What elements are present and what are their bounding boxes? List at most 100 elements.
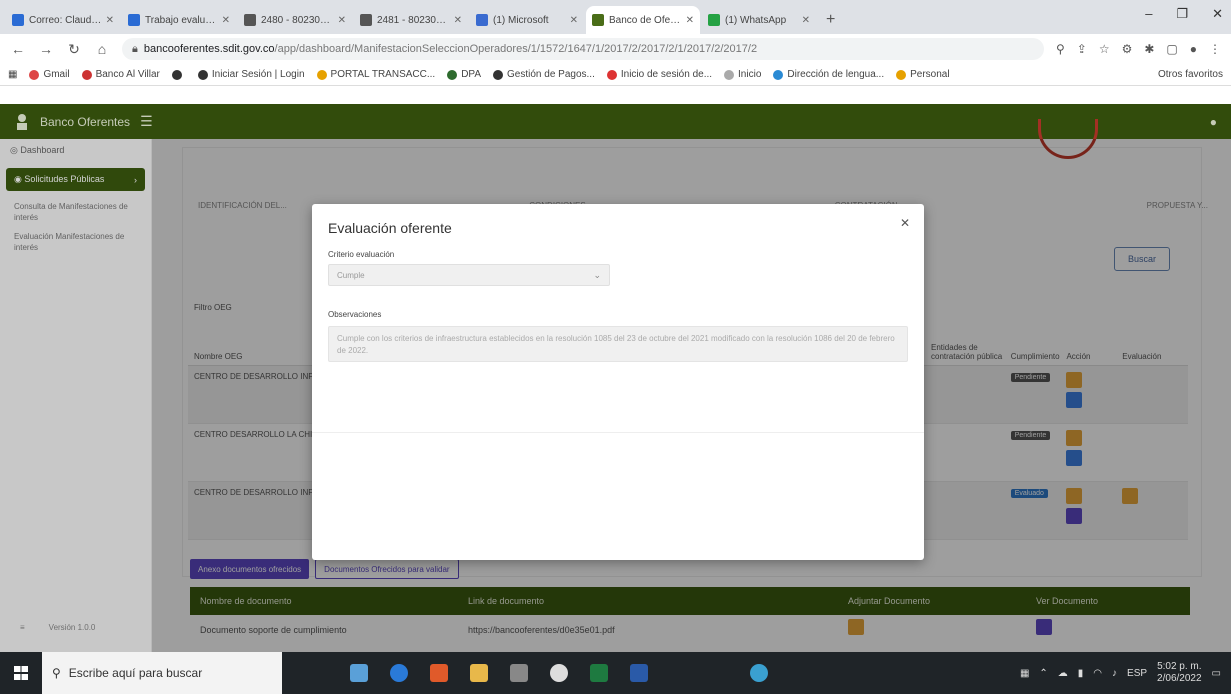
bookmark-item[interactable]: Banco Al Villar: [81, 69, 160, 80]
tab-title: Banco de Oferentes: [609, 14, 682, 26]
bookmark-item[interactable]: [171, 69, 186, 80]
bookmark-item[interactable]: Inicio de sesión de...: [606, 69, 713, 80]
evaluation-modal: Evaluación oferente ✕ Criterio evaluació…: [312, 204, 924, 560]
chrome-icon[interactable]: [390, 664, 408, 682]
criterion-select[interactable]: Cumple ⌄: [328, 264, 610, 286]
taskbar-search[interactable]: ⚲ Escribe aquí para buscar: [42, 652, 282, 694]
star-icon[interactable]: ☆: [1099, 42, 1110, 56]
word-icon[interactable]: [630, 664, 648, 682]
back-icon[interactable]: ←: [10, 41, 26, 57]
home-icon[interactable]: ⌂: [94, 41, 110, 57]
bookmarks-bar: ▦ Gmail Banco Al Villar Iniciar Sesión | L…: [0, 64, 1231, 86]
clock[interactable]: 5:02 p. m. 2/06/2022: [1157, 661, 1202, 685]
other-bookmarks-label: Otros favoritos: [1157, 69, 1223, 80]
bookmark-label: Dirección de lengua...: [787, 69, 885, 80]
notification-app-icon[interactable]: ▦: [1020, 668, 1029, 679]
favicon-icon: [128, 14, 140, 26]
close-tab-icon[interactable]: ✕: [222, 15, 230, 26]
bookmark-label: Iniciar Sesión | Login: [211, 69, 305, 80]
close-tab-icon[interactable]: ✕: [454, 15, 462, 26]
bookmark-item[interactable]: DPA: [447, 69, 481, 80]
bookmark-item[interactable]: Inicio: [724, 69, 761, 80]
close-tab-icon[interactable]: ✕: [106, 15, 114, 26]
bookmark-label: Inicio de sesión de...: [620, 69, 713, 80]
battery-icon[interactable]: ▮: [1078, 668, 1084, 679]
tab-title: 2480 - 80230111: [261, 14, 334, 26]
browser-tab[interactable]: Banco de Oferentes ✕: [586, 6, 700, 34]
translate-icon[interactable]: ⚲: [1056, 42, 1065, 56]
edge-icon[interactable]: [750, 664, 768, 682]
extension-icon[interactable]: ⚙: [1122, 42, 1133, 56]
more-icon[interactable]: ⋮: [1209, 42, 1221, 56]
wifi-icon[interactable]: ◠: [1093, 668, 1102, 679]
extension-icons: ⚲ ⇪ ☆ ⚙ ✱ ▢ ● ⋮: [1056, 42, 1221, 56]
tab-title: (1) Microsoft: [493, 14, 549, 26]
apps-icon[interactable]: ▦: [8, 69, 17, 80]
taskbar: ⚲ Escribe aquí para buscar ▦ ⌃ ☁ ▮ ◠ ♪ E…: [0, 652, 1231, 694]
bookmark-item[interactable]: Gestión de Pagos...: [493, 69, 595, 80]
close-window-icon[interactable]: ✕: [1212, 6, 1223, 22]
system-tray: ▦ ⌃ ☁ ▮ ◠ ♪ ESP 5:02 p. m. 2/06/2022 ▭: [1020, 661, 1231, 685]
cortana-icon[interactable]: [350, 664, 368, 682]
favicon-icon: [360, 14, 372, 26]
office-icon[interactable]: [430, 664, 448, 682]
favicon-icon: [592, 14, 604, 26]
bookmark-item[interactable]: Iniciar Sesión | Login: [197, 69, 305, 80]
bookmark-item[interactable]: Dirección de lengua...: [773, 69, 884, 80]
puzzle-icon[interactable]: ✱: [1144, 42, 1154, 56]
language-label[interactable]: ESP: [1127, 668, 1147, 679]
browser-tab[interactable]: Trabajo evaluacio ✕: [122, 6, 236, 34]
bookmark-icon: [493, 69, 504, 80]
excel-icon[interactable]: [590, 664, 608, 682]
bookmark-icon: [447, 69, 458, 80]
close-tab-icon[interactable]: ✕: [338, 15, 346, 26]
store-icon[interactable]: [510, 664, 528, 682]
browser-tab[interactable]: (1) WhatsApp ✕: [702, 6, 816, 34]
close-tab-icon[interactable]: ✕: [802, 15, 810, 26]
other-bookmarks[interactable]: Otros favoritos: [1154, 69, 1223, 80]
notifications-icon[interactable]: ▭: [1212, 668, 1221, 679]
modal-backdrop-sidebar: [0, 139, 152, 652]
observations-field[interactable]: Cumple con los criterios de infraestruct…: [328, 326, 908, 362]
modal-divider: [312, 432, 924, 433]
bookmark-icon: [773, 69, 784, 80]
lock-icon: 🔒︎: [132, 42, 138, 55]
volume-icon[interactable]: ♪: [1112, 668, 1117, 679]
search-placeholder: Escribe aquí para buscar: [68, 666, 203, 680]
app-icon[interactable]: [550, 664, 568, 682]
bookmark-icon: [316, 69, 327, 80]
chevron-up-icon[interactable]: ⌃: [1039, 668, 1047, 679]
browser-tab[interactable]: 2481 - 80230111 ✕: [354, 6, 468, 34]
address-bar-row: ← → ↻ ⌂ 🔒︎ bancooferentes.sdit.gov.co /a…: [0, 34, 1231, 64]
close-tab-icon[interactable]: ✕: [570, 15, 578, 26]
bookmark-item[interactable]: PORTAL TRANSACC...: [316, 69, 435, 80]
browser-tab[interactable]: 2480 - 80230111 ✕: [238, 6, 352, 34]
bookmark-label: Banco Al Villar: [95, 69, 160, 80]
new-tab-button[interactable]: +: [826, 6, 835, 34]
bookmark-item[interactable]: Personal: [896, 69, 950, 80]
window-icon[interactable]: ▢: [1166, 42, 1177, 56]
profile-icon[interactable]: ●: [1190, 42, 1197, 56]
windows-icon: [14, 666, 28, 680]
bookmark-icon: [896, 69, 907, 80]
browser-tab[interactable]: (1) Microsoft ✕: [470, 6, 584, 34]
tab-title: 2481 - 80230111: [377, 14, 450, 26]
minimize-icon[interactable]: –: [1145, 6, 1152, 22]
file-explorer-icon[interactable]: [470, 664, 488, 682]
taskbar-apps: [350, 664, 768, 682]
close-tab-icon[interactable]: ✕: [686, 15, 694, 26]
reload-icon[interactable]: ↻: [66, 41, 82, 58]
browser-tab[interactable]: Correo: Claudia I ✕: [6, 6, 120, 34]
url-path: /app/dashboard/ManifestacionSeleccionOpe…: [274, 43, 758, 55]
bookmark-item[interactable]: Gmail: [29, 69, 70, 80]
url-field[interactable]: 🔒︎ bancooferentes.sdit.gov.co /app/dashb…: [122, 38, 1044, 60]
close-icon[interactable]: ✕: [900, 216, 910, 230]
chevron-down-icon: ⌄: [593, 269, 601, 280]
cloud-icon[interactable]: ☁: [1058, 668, 1068, 679]
share-icon[interactable]: ⇪: [1077, 42, 1087, 56]
start-button[interactable]: [0, 652, 42, 694]
maximize-icon[interactable]: ❐: [1176, 6, 1188, 22]
bookmark-icon: [606, 69, 617, 80]
bookmark-icon: [81, 69, 92, 80]
forward-icon[interactable]: →: [38, 41, 54, 57]
